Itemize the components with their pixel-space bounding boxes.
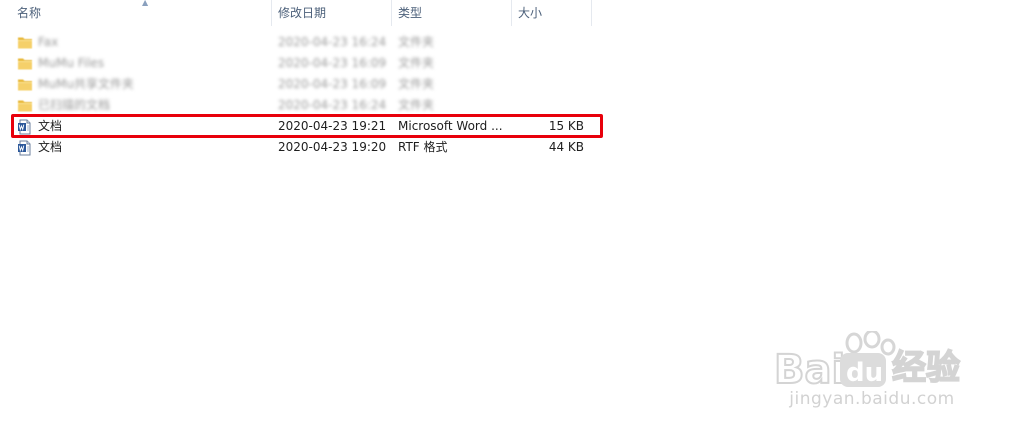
column-header-type-label: 类型 [398,6,423,20]
file-date: 2020-04-23 19:20 [278,140,387,154]
svg-text:经验: 经验 [892,348,960,387]
file-name: 文档 [38,140,63,154]
file-size: 44 KB [548,140,584,154]
folder-icon [17,77,33,92]
file-name: MuMu Files [38,56,105,70]
svg-text:du: du [846,358,883,387]
file-type: Microsoft Word ... [398,119,503,133]
file-row[interactable]: 已扫描的文档 2020-04-23 16:24 文件夹 [0,95,1024,116]
file-type: RTF 格式 [398,140,448,154]
baidu-paw-logo: Bai du 经验 [774,331,961,387]
file-name: 文档 [38,119,63,133]
file-type: 文件夹 [398,35,435,49]
column-header-date-label: 修改日期 [278,6,327,20]
file-date: 2020-04-23 19:21 [278,119,387,133]
file-row-docx[interactable]: 文档 2020-04-23 19:21 Microsoft Word ... 1… [0,116,1024,137]
word-document-icon [17,140,33,156]
file-row[interactable]: MuMu共享文件夹 2020-04-23 16:09 文件夹 [0,74,1024,95]
column-header-size[interactable]: 大小 [512,0,592,26]
svg-text:Bai: Bai [774,347,845,387]
file-row[interactable]: Fax 2020-04-23 16:24 文件夹 [0,32,1024,53]
file-type: 文件夹 [398,98,435,112]
file-list: Fax 2020-04-23 16:24 文件夹 MuMu Files 2020… [0,32,1024,158]
file-date: 2020-04-23 16:24 [278,98,387,112]
file-type: 文件夹 [398,56,435,70]
folder-icon [17,35,33,50]
column-header-name[interactable]: 名称 ▲ [6,0,272,26]
column-header-size-label: 大小 [518,6,543,20]
file-name: Fax [38,35,59,49]
file-date: 2020-04-23 16:24 [278,35,387,49]
file-type: 文件夹 [398,77,435,91]
file-name: MuMu共享文件夹 [38,77,134,91]
sort-ascending-icon: ▲ [142,0,149,7]
watermark-url: jingyan.baidu.com [789,389,955,409]
baidu-jingyan-watermark: Bai du 经验 jingyan.baidu.com [774,325,970,415]
file-explorer-window: 名称 ▲ 修改日期 类型 大小 Fax 2020-04-23 16:24 文件夹 [0,0,1024,439]
column-header-name-label: 名称 [17,6,42,20]
word-document-icon [17,119,33,135]
column-header-date[interactable]: 修改日期 [272,0,392,26]
file-date: 2020-04-23 16:09 [278,77,387,91]
file-size: 15 KB [548,119,584,133]
column-header-type[interactable]: 类型 [392,0,512,26]
file-row[interactable]: MuMu Files 2020-04-23 16:09 文件夹 [0,53,1024,74]
column-header-bar: 名称 ▲ 修改日期 类型 大小 [0,0,1024,26]
file-row-rtf[interactable]: 文档 2020-04-23 19:20 RTF 格式 44 KB [0,137,1024,158]
folder-icon [17,56,33,71]
folder-icon [17,98,33,113]
file-name: 已扫描的文档 [38,98,111,112]
file-date: 2020-04-23 16:09 [278,56,387,70]
